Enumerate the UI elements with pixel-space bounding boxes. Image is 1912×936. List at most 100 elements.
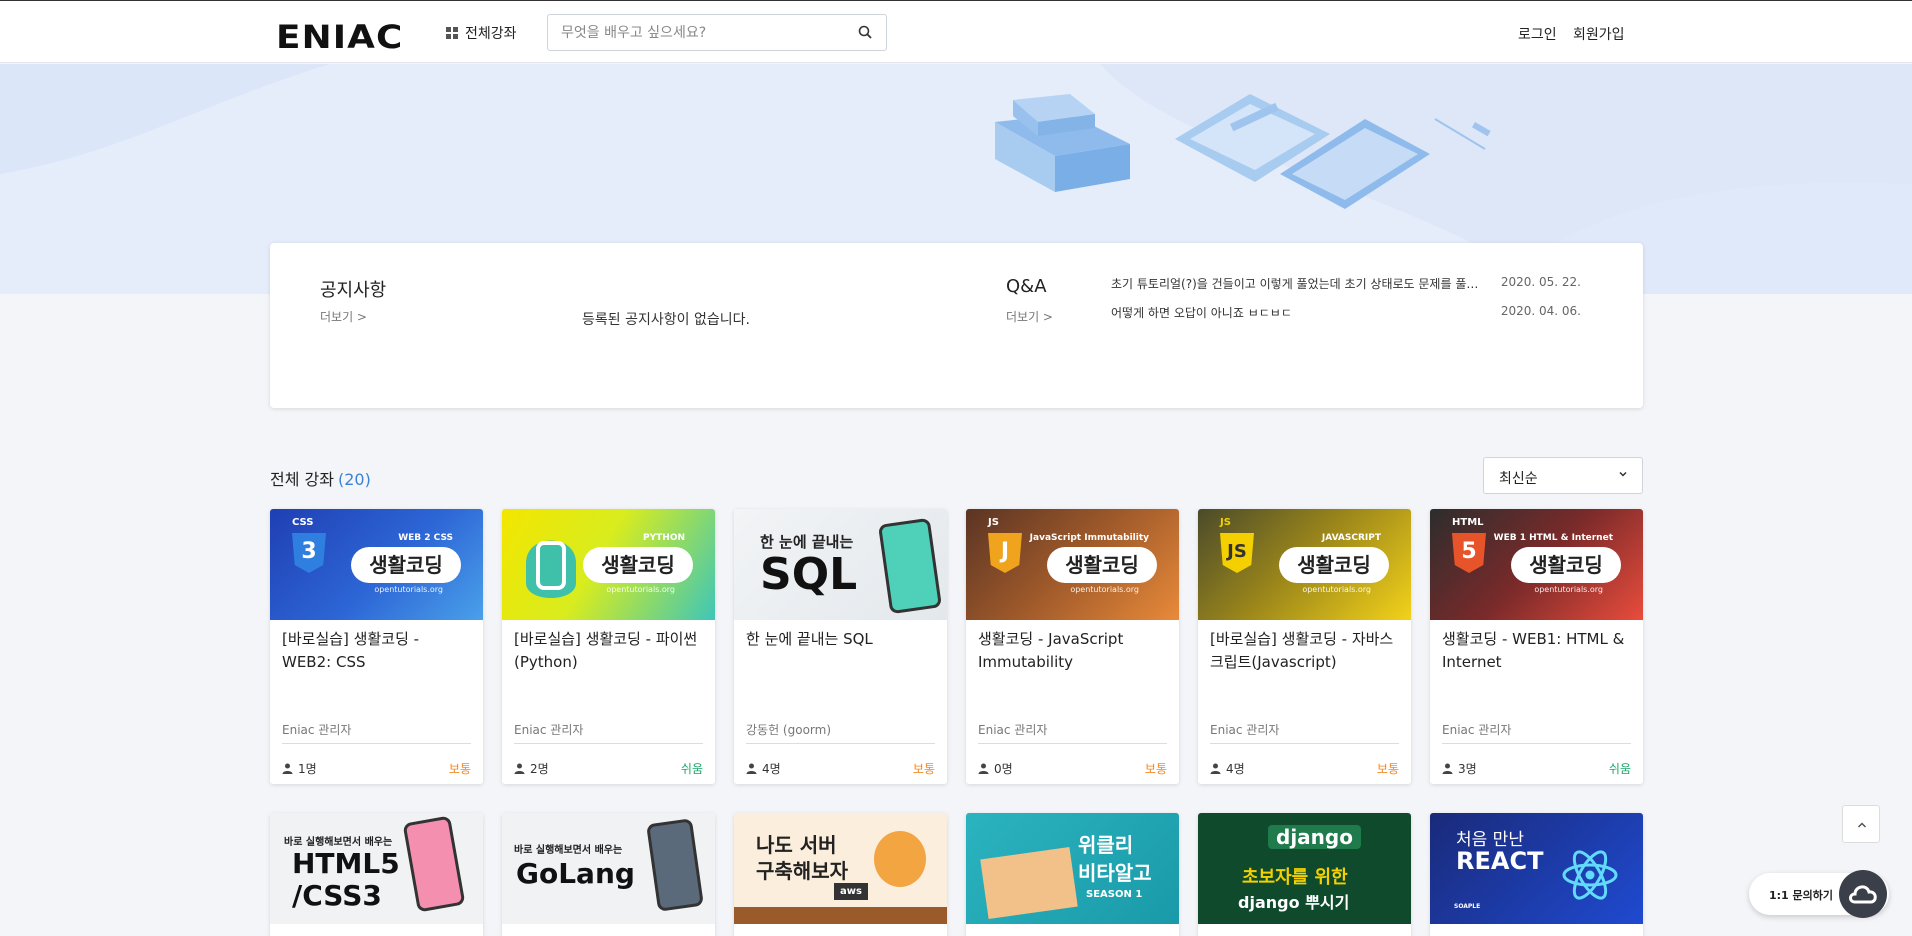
phone-illustration [646,818,704,912]
course-thumbnail: 처음 만난 REACT SOAPLE [1430,813,1643,924]
course-card[interactable]: 처음 만난 REACT SOAPLE [1430,813,1643,936]
course-title: [바로실습] 생활코딩 - 자바스크립트(Javascript) [1210,630,1394,671]
course-author: Eniac 관리자 [1210,723,1280,737]
inquiry-chat-button[interactable]: 1:1 문의하기 [1749,870,1889,918]
react-logo-icon [1562,850,1618,900]
scroll-top-button[interactable] [1842,805,1880,843]
person-icon [1442,763,1453,774]
person-icon [978,763,989,774]
notice-more-link[interactable]: 더보기 > [320,308,367,325]
qa-item-date: 2020. 05. 22. [1500,275,1581,289]
divider [978,743,1167,744]
course-card[interactable]: django 초보자를 위한 django 뿌시기 [1198,813,1411,936]
qa-more-link[interactable]: 더보기 > [1006,308,1053,325]
qa-item-title: 어떻게 하면 오답이 아니죠 ㅂㄷㅂㄷ [1111,306,1292,320]
thumb-caption: WEB 1 HTML & Internet [1493,533,1613,543]
all-courses-label: 전체강좌 [465,26,517,42]
thumb-caption: JAVASCRIPT [1321,533,1381,543]
thumb-line3: SEASON 1 [1086,889,1143,900]
qa-item[interactable]: 초기 튜토리얼(?)을 건들이고 이렇게 풀었는데 초기 상태로도 문제를 풀 … [1111,275,1581,292]
divider [1442,743,1631,744]
thumb-badge: JS [988,517,999,528]
notice-empty-message: 등록된 공지사항이 없습니다. [582,312,750,328]
sort-select[interactable]: 최신순 [1483,457,1643,494]
chevron-down-icon [1619,471,1627,477]
course-thumbnail: PYTHON 생활코딩 opentutorials.org [502,509,715,620]
divider [514,743,703,744]
chevron-up-icon [1857,822,1867,828]
course-student-count: 1명 [298,762,317,776]
course-student-count: 4명 [762,762,781,776]
divider [282,743,471,744]
course-title: [바로실습] 생활코딩 - 파이썬 (Python) [514,630,698,671]
qa-title: Q&A [1006,276,1047,297]
person-icon [746,763,757,774]
thumb-caption: WEB 2 CSS [398,533,453,543]
course-card[interactable]: 바로 실행해보면서 배우는 GoLang [502,813,715,936]
qa-item[interactable]: 어떻게 하면 오답이 아니죠 ㅂㄷㅂㄷ 2020. 04. 06. [1111,304,1581,321]
thumb-pill: 생활코딩 [351,547,461,583]
course-card[interactable]: 위클리 비타알고 SEASON 1 [966,813,1179,936]
thumb-line2: SQL [760,549,858,600]
course-card[interactable]: HTML 5 WEB 1 HTML & Internet 생활코딩 opentu… [1430,509,1643,784]
box-illustration [980,847,1078,919]
course-title: 생활코딩 - JavaScript Immutability [978,630,1124,671]
divider [1210,743,1399,744]
course-card[interactable]: PYTHON 생활코딩 opentutorials.org [바로실습] 생활코… [502,509,715,784]
course-card[interactable]: JS JS JAVASCRIPT 생활코딩 opentutorials.org … [1198,509,1411,784]
course-card[interactable]: JS J JavaScript Immutability 생활코딩 opentu… [966,509,1179,784]
python-logo-icon [526,540,576,598]
books-icon [995,94,1130,192]
course-student-count: 0명 [994,762,1013,776]
course-students: 4명 [1210,760,1245,777]
thumb-line1: django [1268,825,1361,849]
course-thumbnail: django 초보자를 위한 django 뿌시기 [1198,813,1411,924]
course-card[interactable]: 한 눈에 끝내는 SQL 한 눈에 끝내는 SQL 강동헌 (goorm) 4명… [734,509,947,784]
inquiry-chat-label: 1:1 문의하기 [1769,889,1834,902]
thumb-line2: HTML5 [292,847,400,880]
all-courses-menu[interactable]: 전체강좌 [446,23,517,43]
thumb-badge: CSS [292,517,314,528]
search-box [547,14,887,51]
phone-illustration [877,517,943,615]
thumb-line3: SOAPLE [1454,903,1481,910]
thumb-subcaption: opentutorials.org [606,585,675,594]
course-title: 생활코딩 - WEB1: HTML & Internet [1442,630,1625,671]
thumb-line2: 비타알고 [1078,861,1152,885]
course-thumbnail: JS JS JAVASCRIPT 생활코딩 opentutorials.org [1198,509,1411,620]
course-students: 3명 [1442,760,1477,777]
course-card[interactable]: 나도 서버 구축해보자 aws [734,813,947,936]
course-student-count: 2명 [530,762,549,776]
thumb-line2: 초보자를 위한 [1242,867,1348,888]
thumb-line3: /CSS3 [292,879,382,912]
course-students: 4명 [746,760,781,777]
course-students: 1명 [282,760,317,777]
desk-illustration [734,907,947,924]
course-card[interactable]: 바로 실행해보면서 배우는 HTML5 /CSS3 [270,813,483,936]
css-logo-icon: 3 [292,533,326,573]
login-link[interactable]: 로그인 [1518,24,1557,44]
course-student-count: 4명 [1226,762,1245,776]
site-logo[interactable]: ENIAC [276,18,403,56]
thumb-subcaption: opentutorials.org [1534,585,1603,594]
courses-title-text: 전체 강좌 [270,470,334,489]
courses-count: (20) [337,470,371,489]
course-thumbnail: HTML 5 WEB 1 HTML & Internet 생활코딩 opentu… [1430,509,1643,620]
course-thumbnail: 한 눈에 끝내는 SQL [734,509,947,620]
thumb-pill: 생활코딩 [1279,547,1389,583]
thumb-badge: JS [1220,517,1231,528]
qa-item-date: 2020. 04. 06. [1500,304,1581,318]
person-icon [1210,763,1221,774]
course-author: Eniac 관리자 [514,723,584,737]
thumb-line2: 구축해보자 [756,859,848,883]
signup-link[interactable]: 회원가입 [1573,24,1625,44]
course-thumbnail: 바로 실행해보면서 배우는 GoLang [502,813,715,924]
course-card[interactable]: CSS 3 WEB 2 CSS 생활코딩 opentutorials.org [… [270,509,483,784]
top-header: ENIAC 전체강좌 로그인 회원가입 [0,0,1912,63]
search-input[interactable] [548,15,838,50]
thumb-line3: django 뿌시기 [1238,893,1350,912]
search-icon[interactable] [858,25,872,39]
course-author: 강동헌 (goorm) [746,723,832,737]
thumb-line1: 나도 서버 [756,833,837,857]
course-level: 보통 [448,762,471,776]
